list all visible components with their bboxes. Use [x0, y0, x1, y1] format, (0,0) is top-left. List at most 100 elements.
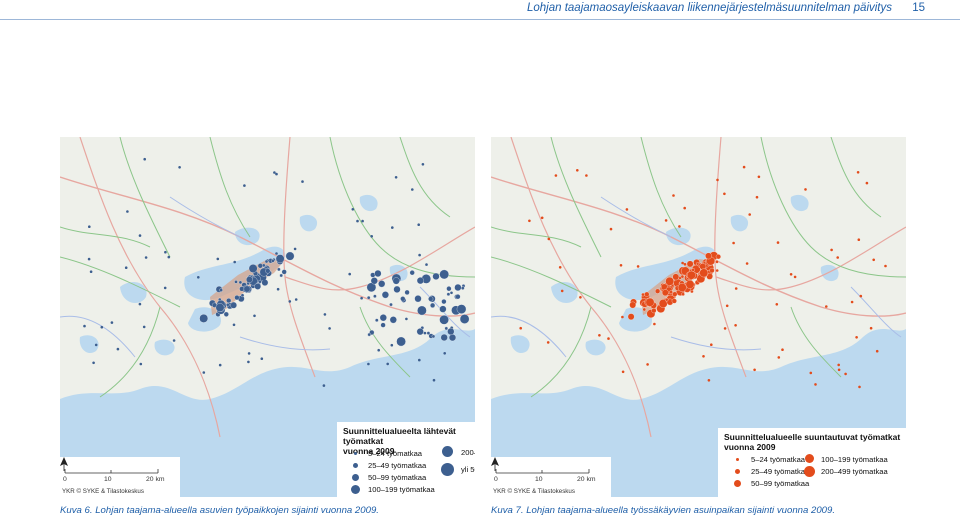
- legend-label: 5–24 työmatkaa: [751, 455, 806, 464]
- commute-point: [680, 274, 685, 279]
- commute-point: [391, 226, 394, 229]
- commute-point: [351, 208, 355, 211]
- commute-point: [400, 296, 406, 302]
- commute-point: [409, 270, 415, 276]
- legend-label: 5–24 työmatkaa: [368, 449, 423, 458]
- commute-point: [172, 339, 176, 342]
- scale-label-mid: 10: [535, 476, 543, 483]
- commute-point: [232, 323, 236, 327]
- scale-bar-left: 0 10 20 km YKR © SYKE & Tilastokeskus: [60, 457, 180, 497]
- commute-point: [253, 314, 256, 318]
- commute-point: [374, 269, 382, 278]
- commute-point: [793, 275, 797, 279]
- commute-point: [627, 313, 635, 321]
- scale-bar-right: 0 10 20 km YKR © SYKE & Tilastokeskus: [491, 457, 611, 497]
- commute-point: [646, 363, 649, 366]
- commute-point: [858, 385, 861, 389]
- map-home-locations: Suunnittelualueelle suuntautuvat työmatk…: [491, 137, 906, 497]
- commute-point: [439, 315, 449, 325]
- commute-point: [167, 255, 171, 259]
- commute-point: [243, 184, 246, 187]
- header-divider: [0, 19, 960, 20]
- commute-point: [389, 316, 397, 324]
- commute-point: [705, 252, 712, 260]
- legend-label: 100–199 työmatkaa: [368, 485, 435, 494]
- commute-point: [233, 260, 236, 264]
- commute-point: [370, 277, 378, 285]
- commute-point: [461, 286, 465, 290]
- figure-caption-7: Kuva 7. Lohjan taajama-alueella työssäkä…: [491, 505, 836, 516]
- commute-point: [380, 322, 386, 328]
- commute-point: [641, 292, 645, 297]
- commute-point: [585, 174, 588, 177]
- commute-point: [560, 289, 564, 293]
- legend-label: 100–199 työmatkaa: [821, 455, 888, 464]
- commute-point: [247, 352, 251, 355]
- commute-point: [619, 264, 623, 267]
- commute-point: [271, 259, 275, 263]
- commute-point: [139, 362, 143, 366]
- commute-point: [454, 283, 462, 292]
- commute-point: [855, 336, 858, 339]
- commute-point: [707, 379, 711, 382]
- commute-point: [678, 225, 681, 228]
- commute-point: [381, 291, 389, 299]
- commute-point: [247, 360, 250, 364]
- map-legend-right: Suunnittelualueelle suuntautuvat työmatk…: [718, 428, 906, 497]
- legend-symbol-200-499: [804, 466, 815, 477]
- commute-point: [441, 299, 447, 305]
- commute-point: [865, 181, 869, 185]
- commute-point: [621, 370, 625, 374]
- commute-point: [850, 300, 854, 304]
- legend-label: 50–99 työmatkaa: [751, 479, 810, 488]
- commute-point: [830, 248, 833, 252]
- commute-point: [379, 314, 387, 322]
- commute-point: [394, 176, 398, 179]
- commute-point: [202, 371, 206, 374]
- commute-point: [621, 315, 624, 319]
- commute-point: [432, 272, 440, 280]
- commute-point: [872, 258, 875, 262]
- commute-point: [579, 296, 582, 299]
- commute-point: [378, 280, 386, 288]
- commute-point: [238, 280, 243, 285]
- commute-point: [367, 362, 370, 366]
- commute-point: [459, 314, 470, 324]
- commute-point: [825, 305, 828, 308]
- commute-point: [262, 278, 266, 281]
- page-number: 15: [912, 2, 925, 14]
- commute-point: [281, 269, 287, 275]
- commute-point: [757, 175, 761, 179]
- commute-point: [554, 174, 558, 177]
- map-source: YKR © SYKE & Tilastokeskus: [493, 488, 575, 495]
- commute-point: [421, 163, 425, 166]
- commute-point: [138, 234, 142, 237]
- commute-point: [653, 322, 656, 326]
- legend-symbol-200-499: [442, 446, 453, 457]
- commute-point: [275, 254, 285, 264]
- commute-point: [443, 352, 447, 355]
- legend-symbol-over-500: [441, 463, 454, 476]
- commute-point: [702, 355, 705, 358]
- commute-point: [814, 383, 817, 386]
- commute-point: [607, 337, 610, 340]
- scale-label-zero: 0: [63, 476, 67, 483]
- commute-point: [178, 166, 181, 169]
- commute-point: [116, 347, 120, 351]
- commute-point: [844, 372, 847, 376]
- commute-point: [360, 296, 363, 300]
- commute-point: [243, 285, 251, 293]
- commute-point: [124, 266, 128, 269]
- commute-point: [748, 213, 751, 216]
- commute-point: [444, 326, 449, 331]
- commute-point: [239, 286, 245, 292]
- legend-symbol-5-24: [354, 452, 357, 455]
- commute-point: [875, 349, 879, 353]
- commute-point: [856, 171, 860, 174]
- commute-point: [558, 266, 562, 269]
- commute-point: [386, 362, 390, 366]
- commute-point: [411, 188, 414, 191]
- commute-point: [417, 223, 421, 226]
- commute-point: [414, 295, 422, 303]
- commute-point: [216, 257, 220, 261]
